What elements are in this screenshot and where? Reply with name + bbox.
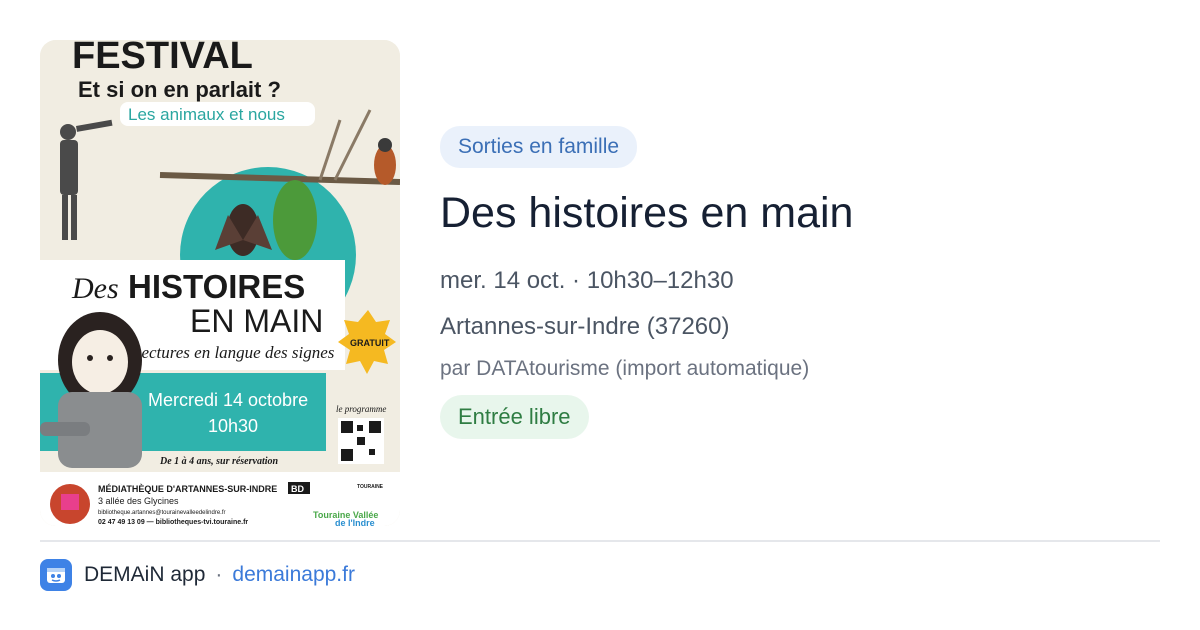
poster-library: MÉDIATHÈQUE D'ARTANNES-SUR-INDRE — [98, 484, 277, 494]
poster-subtitle: Et si on en parlait ? — [78, 77, 281, 102]
poster-festival: FESTIVAL — [72, 40, 253, 77]
poster-gratuit: GRATUIT — [350, 338, 390, 348]
poster-email: bibliotheque.artannes@tourainevalleedeli… — [98, 510, 226, 516]
qr-code — [338, 418, 384, 464]
poster-address: 3 allée des Glycines — [98, 496, 179, 506]
event-title: Des histoires en main — [440, 189, 854, 237]
event-datetime: mer. 14 oct. · 10h30–12h30 — [440, 267, 734, 295]
poster-programme: le programme — [336, 404, 386, 414]
poster-theme: Les animaux et nous — [128, 105, 285, 124]
footer-divider — [40, 540, 1160, 542]
event-poster-image: FESTIVAL Et si on en parlait ? Les anima… — [40, 40, 400, 526]
poster-title-histoires: HISTOIRES — [128, 268, 305, 305]
poster-time: 10h30 — [208, 416, 258, 436]
poster-title-des: Des — [71, 272, 119, 305]
poster-logo-tvi-2: de l'Indre — [335, 518, 375, 526]
event-details: Sorties en famille Des histoires en main… — [440, 126, 1160, 440]
event-source: par DATAtourisme (import automatique) — [440, 357, 810, 381]
app-logo-icon[interactable] — [40, 559, 72, 591]
event-location: Artannes-sur-Indre (37260) — [440, 313, 730, 341]
price-badge: Entrée libre — [440, 395, 589, 440]
app-name: DEMAiN app — [84, 563, 206, 586]
category-badge[interactable]: Sorties en famille — [440, 126, 638, 168]
poster-title-en-main: EN MAIN — [190, 303, 323, 339]
poster-logo-touraine: TOURAINE — [357, 484, 384, 490]
poster-tagline: Lectures en langue des signes — [131, 343, 335, 362]
poster-logo-bd: BD — [291, 484, 304, 494]
poster-date: Mercredi 14 octobre — [148, 390, 308, 410]
site-link[interactable]: demainapp.fr — [232, 563, 355, 587]
poster-phone: 02 47 49 13 09 — bibliotheques-tvi.toura… — [98, 519, 248, 526]
footer: DEMAiN app · demainapp.fr — [40, 558, 355, 592]
footer-separator: · — [215, 563, 223, 586]
poster-audience: De 1 à 4 ans, sur réservation — [159, 456, 279, 467]
